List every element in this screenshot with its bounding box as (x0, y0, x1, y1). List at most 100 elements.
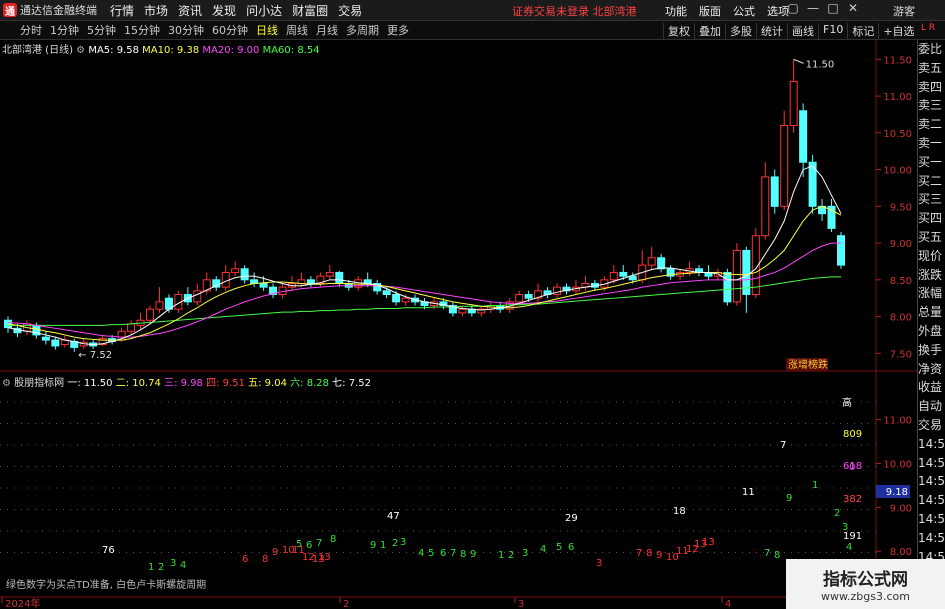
candle-body (458, 308, 467, 314)
side-item-25[interactable]: 14:56 (918, 491, 945, 510)
side-item-1[interactable]: 卖五 (918, 59, 945, 78)
price-tick-label: 9.50 (890, 202, 912, 213)
indicator-current-label: 9.18 (886, 487, 908, 498)
indicator-item-7: 七: 7.52 (332, 378, 371, 389)
candle-body (723, 271, 732, 303)
td-green-number: 8 (460, 549, 466, 560)
candle-body (628, 275, 637, 281)
ma60-value: MA60: 8.54 (262, 45, 320, 56)
side-item-7[interactable]: 买二 (918, 172, 945, 191)
side-item-27[interactable]: 14:56 (918, 529, 945, 548)
candle-body (145, 308, 154, 321)
td-red-number: 13 (318, 552, 331, 563)
side-item-9[interactable]: 买四 (918, 209, 945, 228)
side-item-14[interactable]: 总量 (918, 303, 945, 322)
td-red-number: 7 (636, 548, 642, 559)
candle-body (780, 124, 789, 207)
candle-body (837, 235, 845, 266)
candle-body (799, 110, 808, 163)
chart-svg[interactable]: 11.50 11.00 10.50 10.00 9.50 9.00 8.50 8.00 7.50… (0, 0, 945, 609)
candle-body (619, 271, 628, 277)
high-pointer (793, 58, 804, 64)
stock-app: { "app": {"title": "通达信金融终端", "logo_glyp… (0, 0, 945, 609)
td-green-number: 9 (786, 493, 792, 504)
high-label: 11.50 (806, 59, 835, 70)
td-green-number: 2 (158, 562, 164, 573)
candle-body (657, 257, 666, 270)
td-white-76: 76 (102, 545, 115, 556)
td-green-number: 2 (508, 550, 514, 561)
indicator-item-2: 二: 10.74 (115, 378, 161, 389)
candle-body (335, 271, 344, 284)
stock-name: 北部湾港 (日线) (2, 45, 73, 56)
price-tick-label: 7.50 (890, 349, 912, 360)
badge-label: 涨增榜跌 (788, 358, 828, 371)
candle-body (524, 294, 533, 299)
ma5-value: MA5: 9.58 (88, 45, 139, 56)
td-green-number: 1 (498, 550, 504, 561)
side-item-11[interactable]: 现价 (918, 247, 945, 266)
td-white-7: 7 (780, 440, 786, 451)
side-item-26[interactable]: 14:56 (918, 510, 945, 529)
indicator-tick-label: 11.00 (883, 416, 912, 427)
td-white-11: 11 (742, 487, 755, 498)
td-green-number: 7 (450, 548, 456, 559)
candle-body (401, 297, 410, 303)
candle-body (789, 80, 798, 126)
side-item-12[interactable]: 涨跌 (918, 266, 945, 285)
side-item-13[interactable]: 涨幅 (918, 284, 945, 303)
side-item-0[interactable]: 委比 (918, 40, 945, 59)
candle-body (259, 282, 268, 288)
side-item-10[interactable]: 买五 (918, 228, 945, 247)
side-item-21[interactable]: 交易 (918, 416, 945, 435)
candle-body (647, 257, 656, 266)
td-red-number: 13 (702, 537, 715, 548)
td-green-number: 3 (170, 558, 176, 569)
quote-side-panel[interactable]: 委比 卖五 卖四 卖三 卖二 卖一 买一 买二 买三 买四 买五 现价 涨跌 涨幅 总量 外盘 换手 净资 收益 自动… (917, 40, 945, 609)
td-green-number: 3 (522, 548, 528, 559)
side-item-6[interactable]: 买一 (918, 153, 945, 172)
side-item-17[interactable]: 净资 (918, 360, 945, 379)
indicator-item-4: 四: 9.51 (206, 378, 245, 389)
side-item-18[interactable]: 收益 (918, 378, 945, 397)
settings-icon[interactable]: ⚙ (76, 45, 85, 56)
side-item-2[interactable]: 卖四 (918, 78, 945, 97)
td-green-number: 9 (370, 540, 376, 551)
side-item-22[interactable]: 14:56 (918, 435, 945, 454)
indicator-tick-label: 8.00 (890, 547, 912, 558)
indicator-item-1: 一: 11.50 (67, 378, 113, 389)
indicator-settings-icon[interactable]: ⚙ (2, 378, 11, 389)
side-item-5[interactable]: 卖一 (918, 134, 945, 153)
td-green-number: 2 (834, 508, 840, 519)
side-item-3[interactable]: 卖三 (918, 96, 945, 115)
side-item-8[interactable]: 买三 (918, 190, 945, 209)
td-white-29: 29 (565, 513, 578, 524)
candle-body (609, 271, 618, 281)
main-legend: 北部湾港 (日线) ⚙ MA5: 9.58 MA10: 9.38 MA20: 9… (2, 41, 320, 56)
side-item-24[interactable]: 14:56 (918, 472, 945, 491)
td-green-number: 6 (568, 542, 574, 553)
candle-body (382, 290, 391, 296)
indicator-tick-label: 9.00 (890, 503, 912, 514)
side-item-4[interactable]: 卖二 (918, 115, 945, 134)
td-red-number: 8 (646, 548, 652, 559)
td-red-number: 8 (262, 554, 268, 565)
candle-body (761, 176, 770, 237)
candle-body (392, 294, 401, 303)
td-green-number: 4 (180, 560, 186, 571)
td-red-number: 9 (656, 550, 662, 561)
td-green-number: 9 (470, 549, 476, 560)
td-green-number: 4 (418, 548, 424, 559)
indicator-item-5: 五: 9.04 (248, 378, 287, 389)
candle-body (41, 336, 50, 341)
ma5-line (7, 165, 842, 345)
side-item-16[interactable]: 换手 (918, 341, 945, 360)
side-item-15[interactable]: 外盘 (918, 322, 945, 341)
price-tick-label: 10.00 (883, 166, 912, 177)
time-tick-label: 2024年 (5, 597, 40, 609)
indicator-tick-label: 10.00 (883, 459, 912, 470)
side-item-23[interactable]: 14:56 (918, 454, 945, 473)
watermark-url: www.zbgs3.com (821, 590, 910, 603)
candle-body (51, 339, 60, 347)
side-item-20[interactable]: 自动 (918, 397, 945, 416)
